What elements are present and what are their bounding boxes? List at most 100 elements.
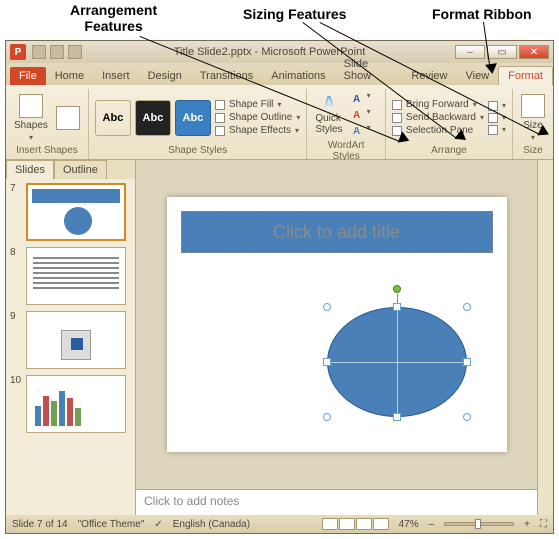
group-label-shape-styles: Shape Styles [95,144,300,157]
shape-outline-button[interactable]: Shape Outline▾ [215,111,300,124]
thumb-number: 10 [10,375,22,433]
format-ribbon: Shapes ▾ Insert Shapes Abc Abc Abc Shape… [6,85,553,160]
shape-effects-label: Shape Effects [229,125,291,136]
tab-design[interactable]: Design [139,67,191,85]
tab-review[interactable]: Review [402,67,456,85]
style-preset-2[interactable]: Abc [135,100,171,136]
resize-handle-sw[interactable] [323,413,331,421]
ellipse-icon [327,307,467,417]
tab-insert[interactable]: Insert [93,67,139,85]
sidetab-slides[interactable]: Slides [6,160,54,179]
zoom-slider[interactable] [444,522,514,526]
resize-handle-w[interactable] [323,358,331,366]
tab-home[interactable]: Home [46,67,93,85]
send-backward-button[interactable]: Send Backward▾ [392,111,484,124]
resize-handle-n[interactable] [393,303,401,311]
thumbnail-10[interactable] [26,375,126,433]
shape-fill-label: Shape Fill [229,99,273,110]
slide-counter: Slide 7 of 14 [12,519,68,530]
style-preset-3[interactable]: Abc [175,100,211,136]
qat-save-icon[interactable] [32,45,46,59]
close-button[interactable]: ✕ [519,45,549,59]
group-label-size: Size [519,144,547,157]
thumbnail-9[interactable] [26,311,126,369]
quick-styles-label: Quick Styles [315,113,342,135]
rotate-button[interactable]: ▾ [488,124,506,136]
slide-canvas[interactable]: Click to add title [167,197,507,452]
spellcheck-icon[interactable]: ✓ [154,519,162,530]
edit-shape-icon [56,106,80,130]
powerpoint-window: P Title Slide2.pptx - Microsoft PowerPoi… [5,40,554,534]
slides-outline-pane: Slides Outline 7 8 9 [6,160,136,515]
tab-view[interactable]: View [457,67,499,85]
rotation-handle[interactable] [393,285,401,293]
tab-format[interactable]: Format [498,66,553,85]
resize-handle-s[interactable] [393,413,401,421]
shapes-icon [19,94,43,118]
restore-button[interactable]: ▭ [487,45,517,59]
shapes-gallery-button[interactable]: Shapes ▾ [12,92,50,144]
fit-to-window-button[interactable]: ⛶ [540,519,547,530]
text-fill-button[interactable]: A [349,91,365,107]
app-icon: P [10,44,26,60]
quick-styles-button[interactable]: A Quick Styles [313,93,344,137]
shape-effects-button[interactable]: Shape Effects▾ [215,124,300,137]
zoom-in-button[interactable]: + [524,519,530,530]
normal-view-button[interactable] [322,518,338,530]
group-size: Size ▾ Size [513,89,553,159]
status-bar: Slide 7 of 14 "Office Theme" ✓ English (… [6,515,553,533]
size-icon [521,94,545,118]
style-preset-1[interactable]: Abc [95,100,131,136]
selection-pane-label: Selection Pane [406,125,473,136]
callout-format-ribbon: Format Ribbon [432,6,532,22]
slide-stage[interactable]: Click to add title [136,160,537,489]
align-button[interactable]: ▾ [488,100,506,112]
title-placeholder[interactable]: Click to add title [181,211,493,253]
zoom-out-button[interactable]: – [429,519,435,530]
qat-undo-icon[interactable] [50,45,64,59]
text-effects-button[interactable]: A [349,123,365,139]
stage-area: Click to add title Click t [136,160,537,515]
resize-handle-se[interactable] [463,413,471,421]
qat-redo-icon[interactable] [68,45,82,59]
zoom-level[interactable]: 47% [399,519,419,530]
text-outline-button[interactable]: A [349,107,365,123]
thumb-number: 8 [10,247,22,305]
slideshow-view-button[interactable] [373,518,389,530]
group-button[interactable]: ▾ [488,112,506,124]
resize-handle-e[interactable] [463,358,471,366]
bring-forward-button[interactable]: Bring Forward▾ [392,98,484,111]
sidetab-outline[interactable]: Outline [54,160,107,179]
selected-ellipse-shape[interactable] [317,297,477,427]
send-backward-icon [392,113,402,123]
vertical-scrollbar[interactable] [537,160,553,515]
tab-slideshow[interactable]: Slide Show [335,55,403,85]
tab-transitions[interactable]: Transitions [191,67,262,85]
reading-view-button[interactable] [356,518,372,530]
group-arrange: Bring Forward▾ Send Backward▾ Selection … [386,89,513,159]
minimize-button[interactable]: – [455,45,485,59]
size-label: Size [523,120,542,131]
callout-arrangement: Arrangement Features [70,2,157,34]
sorter-view-button[interactable] [339,518,355,530]
thumbnail-7[interactable] [26,183,126,241]
workspace: Slides Outline 7 8 9 [6,160,553,515]
tab-file[interactable]: File [10,67,46,85]
thumbnail-8[interactable] [26,247,126,305]
shape-fill-button[interactable]: Shape Fill▾ [215,98,300,111]
size-button[interactable]: Size ▾ [519,92,547,144]
slide-thumbnails: 7 8 9 10 [6,179,135,515]
resize-handle-ne[interactable] [463,303,471,311]
edit-shape-button[interactable] [54,104,82,132]
tab-animations[interactable]: Animations [262,67,334,85]
titlebar: P Title Slide2.pptx - Microsoft PowerPoi… [6,41,553,63]
callout-sizing: Sizing Features [243,6,346,22]
language-status[interactable]: English (Canada) [173,519,250,530]
align-icon [488,101,498,111]
chevron-down-icon: ▾ [29,133,33,142]
zoom-thumb[interactable] [475,519,481,529]
notes-pane[interactable]: Click to add notes [136,489,537,515]
selection-pane-button[interactable]: Selection Pane [392,124,484,137]
shapes-label: Shapes [14,120,48,131]
resize-handle-nw[interactable] [323,303,331,311]
